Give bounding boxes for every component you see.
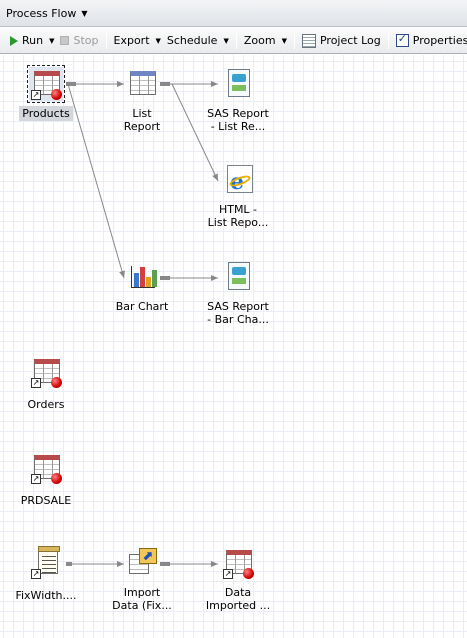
title-dropdown-icon[interactable]: ▼ bbox=[81, 9, 87, 18]
shortcut-icon: ↗ bbox=[31, 378, 41, 388]
title-bar: Process Flow ▼ bbox=[0, 0, 467, 27]
toolbar: Run ▼ Stop Export ▼ Schedule ▼ Zoom ▼ Pr… bbox=[0, 28, 467, 54]
zoom-button[interactable]: Zoom ▼ bbox=[241, 31, 290, 51]
project-log-icon bbox=[301, 33, 316, 48]
node-html-list-report[interactable]: e HTML - List Repo... bbox=[178, 163, 298, 229]
run-button[interactable]: Run ▼ bbox=[7, 31, 57, 51]
shortcut-icon: ↗ bbox=[31, 569, 41, 579]
node-sas-report-list[interactable]: SAS Report - List Re... bbox=[178, 67, 298, 133]
run-dropdown-icon[interactable]: ▼ bbox=[49, 37, 54, 45]
server-icon bbox=[51, 473, 62, 484]
server-icon bbox=[243, 568, 254, 579]
export-dropdown-icon: ▼ bbox=[155, 36, 161, 45]
shortcut-icon: ↗ bbox=[31, 474, 41, 484]
zoom-label: Zoom bbox=[243, 34, 276, 47]
import-data-icon: ⬈ bbox=[125, 546, 159, 580]
run-label: Run bbox=[22, 34, 44, 47]
stop-button[interactable]: Stop bbox=[57, 31, 101, 51]
node-label: Orders bbox=[27, 398, 65, 411]
node-label: - Bar Cha... bbox=[207, 313, 269, 326]
node-sas-report-bar[interactable]: SAS Report - Bar Cha... bbox=[178, 260, 298, 326]
text-file-icon: ↗ bbox=[29, 546, 63, 580]
internet-explorer-icon: e bbox=[221, 163, 255, 197]
export-button[interactable]: Export ▼ bbox=[111, 31, 164, 51]
schedule-label: Schedule bbox=[166, 34, 218, 47]
node-label: PRDSALE bbox=[20, 494, 72, 507]
export-label: Export bbox=[113, 34, 150, 47]
node-label: HTML - bbox=[218, 203, 258, 216]
toolbar-separator bbox=[293, 32, 295, 49]
schedule-dropdown-icon: ▼ bbox=[223, 36, 229, 45]
toolbar-separator bbox=[387, 32, 389, 49]
properties-button[interactable]: Properties bbox=[393, 31, 467, 51]
node-label: List Repo... bbox=[207, 216, 269, 229]
properties-label: Properties bbox=[412, 34, 467, 47]
node-label: Data bbox=[224, 586, 252, 599]
play-icon bbox=[10, 35, 18, 46]
schedule-button[interactable]: Schedule ▼ bbox=[164, 31, 232, 51]
node-prdsale[interactable]: ↗ PRDSALE bbox=[0, 451, 106, 507]
bar-chart-icon bbox=[125, 260, 159, 294]
toolbar-separator bbox=[235, 32, 237, 49]
node-label: Products bbox=[19, 106, 73, 121]
stop-label: Stop bbox=[73, 34, 99, 47]
node-label: SAS Report bbox=[207, 107, 269, 120]
table-icon: ↗ bbox=[27, 65, 65, 103]
sas-report-icon bbox=[221, 67, 255, 101]
table-icon: ↗ bbox=[29, 451, 63, 485]
node-label: Imported ... bbox=[205, 599, 271, 612]
node-orders[interactable]: ↗ Orders bbox=[0, 355, 106, 411]
zoom-dropdown-icon: ▼ bbox=[281, 36, 287, 45]
node-label: SAS Report bbox=[207, 300, 269, 313]
table-icon: ↗ bbox=[221, 546, 255, 580]
node-label: - List Re... bbox=[210, 120, 266, 133]
process-flow-canvas[interactable]: ↗ Products List Report SAS Report - List… bbox=[0, 55, 467, 638]
server-icon bbox=[51, 377, 62, 388]
list-report-icon bbox=[125, 67, 159, 101]
stop-icon bbox=[60, 36, 70, 45]
table-icon: ↗ bbox=[29, 355, 63, 389]
shortcut-icon: ↗ bbox=[31, 90, 41, 100]
node-data-imported[interactable]: ↗ Data Imported ... bbox=[178, 546, 298, 612]
toolbar-separator bbox=[105, 32, 107, 49]
project-log-label: Project Log bbox=[319, 34, 381, 47]
sas-report-icon bbox=[221, 260, 255, 294]
project-log-button[interactable]: Project Log bbox=[299, 31, 384, 51]
window-title: Process Flow bbox=[6, 6, 77, 20]
server-icon bbox=[51, 89, 62, 100]
properties-icon bbox=[395, 32, 409, 47]
shortcut-icon: ↗ bbox=[223, 569, 233, 579]
